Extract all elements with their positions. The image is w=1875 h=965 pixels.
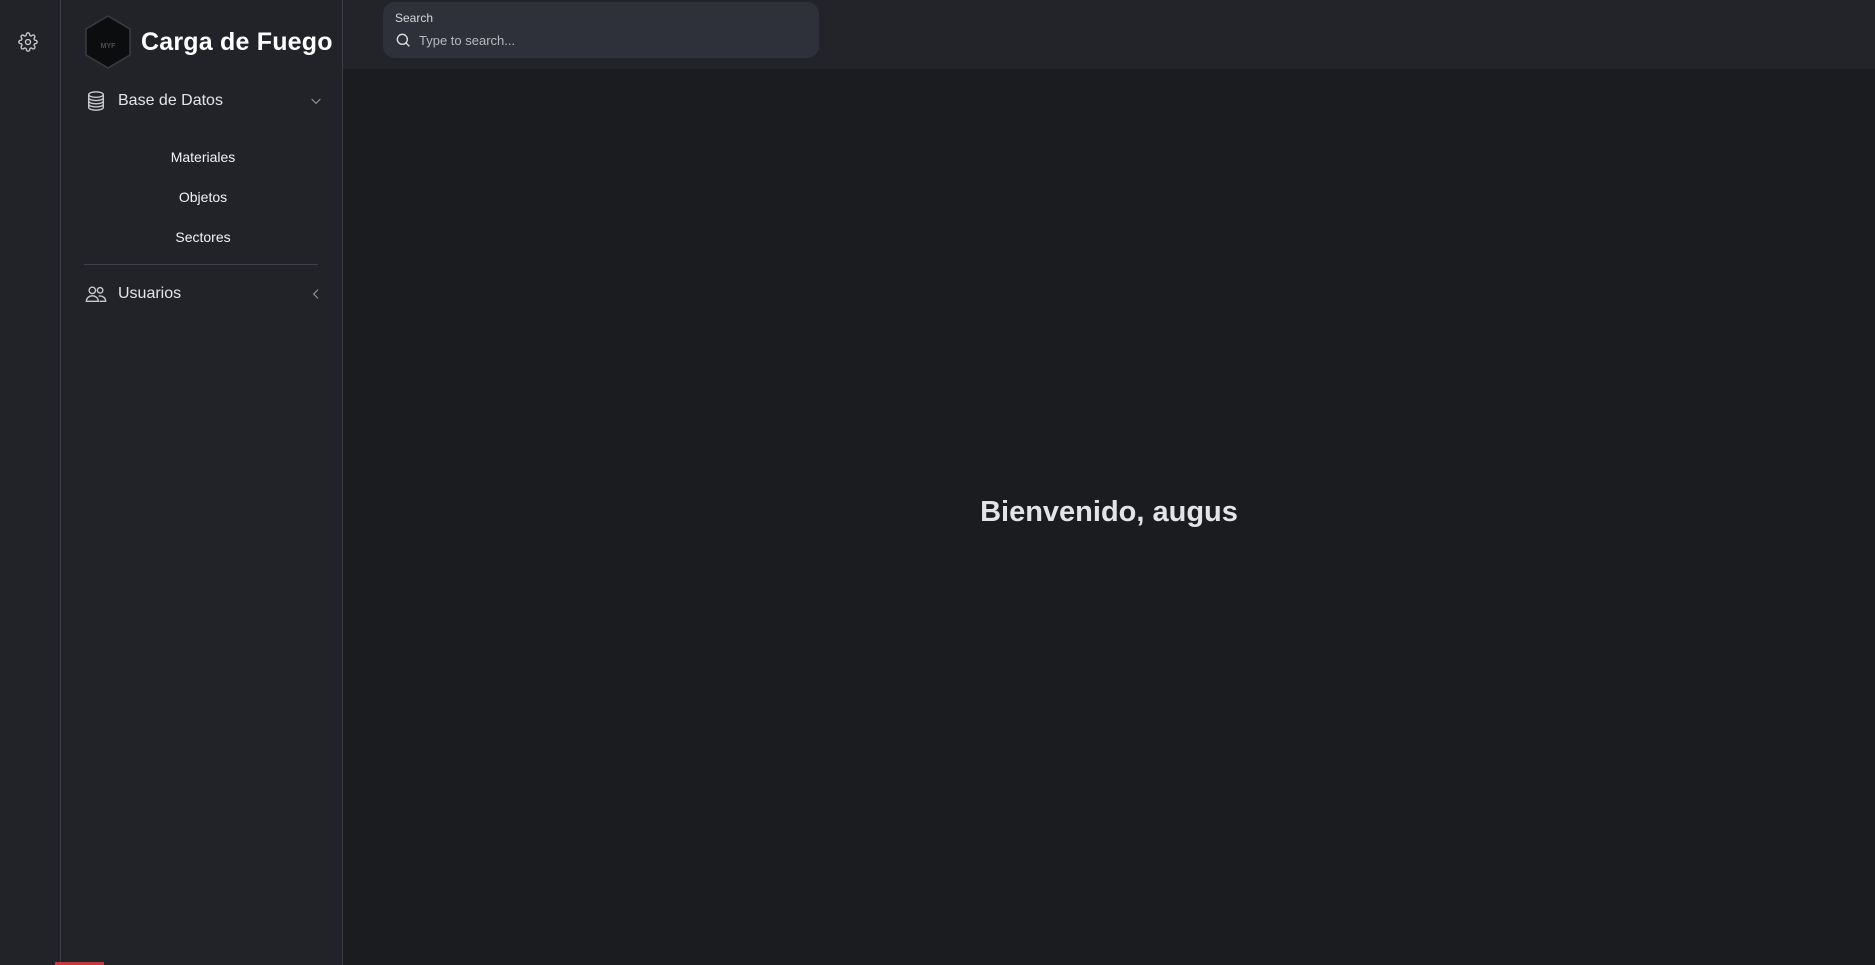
sidebar-group-usuarios[interactable]: Usuarios <box>83 279 323 309</box>
search-input[interactable] <box>415 29 805 51</box>
main-content: Bienvenido, augus <box>343 69 1875 965</box>
search-box[interactable]: Search <box>383 2 819 58</box>
search-caption: Search <box>395 11 434 25</box>
sidebar-item-sectores[interactable]: Sectores <box>83 227 323 247</box>
sidebar-group-base-de-datos[interactable]: Base de Datos <box>83 86 323 116</box>
sidebar-divider <box>84 264 318 265</box>
svg-text:MYF: MYF <box>101 43 117 50</box>
database-icon <box>87 91 105 111</box>
app-title: Carga de Fuego <box>141 27 333 56</box>
sidebar-group-label: Usuarios <box>118 285 182 302</box>
brand[interactable]: MYF Carga de Fuego <box>83 14 333 70</box>
chevron-down-icon <box>311 98 321 104</box>
users-icon <box>85 286 107 303</box>
sidebar-group-label: Base de Datos <box>118 92 223 109</box>
gear-icon[interactable] <box>18 32 38 52</box>
welcome-heading: Bienvenido, augus <box>980 496 1238 528</box>
logo: MYF <box>85 15 131 69</box>
top-bar: Search <box>343 0 1875 69</box>
sidebar: MYF Carga de Fuego Base de Datos Materia… <box>61 0 343 965</box>
chevron-left-icon <box>313 289 319 299</box>
search-icon <box>396 33 410 47</box>
sidebar-item-materiales[interactable]: Materiales <box>83 147 323 167</box>
sidebar-item-objetos[interactable]: Objetos <box>83 187 323 207</box>
left-rail <box>0 0 61 965</box>
